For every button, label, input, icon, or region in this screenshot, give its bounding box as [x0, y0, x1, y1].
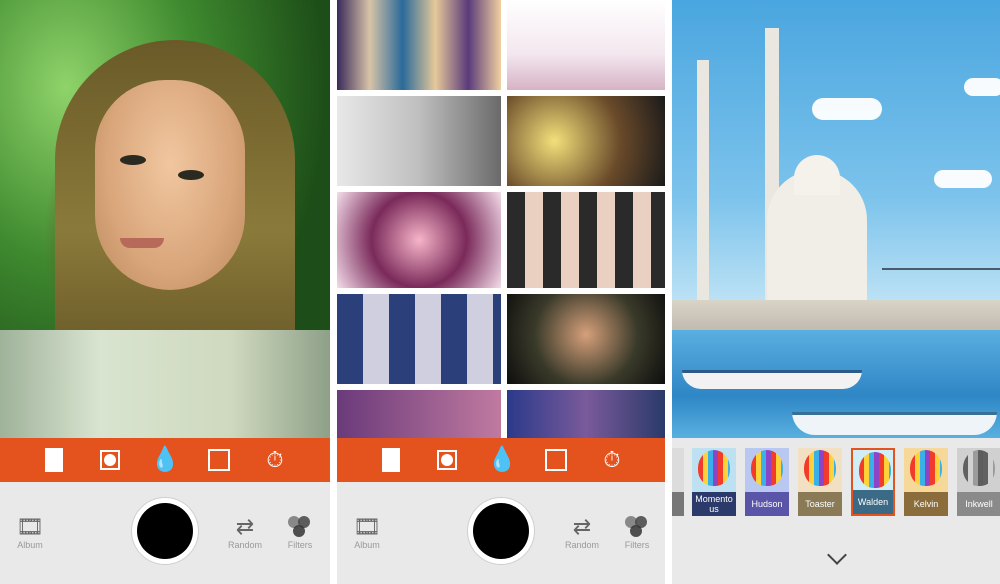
drop-icon[interactable]: 💧: [487, 446, 517, 474]
filters-button[interactable]: Filters: [617, 516, 657, 550]
filter-preview-screen: Momento us Hudson Toaster Walden Kelvin …: [672, 0, 1000, 584]
album-button[interactable]: 🎞 Album: [10, 514, 50, 551]
collage-gallery[interactable]: [337, 0, 665, 438]
photo-tile[interactable]: [507, 96, 665, 186]
face: [95, 80, 245, 290]
filter-walden[interactable]: Walden: [851, 448, 895, 516]
frame-icon[interactable]: [377, 446, 405, 474]
film-icon: 🎞: [353, 514, 381, 539]
boat: [792, 412, 997, 435]
cloud: [964, 78, 1000, 96]
mouth: [120, 238, 164, 248]
bridge: [882, 268, 1000, 270]
filters-icon: [288, 516, 312, 538]
tools-toolbar: 💧 ⏱: [0, 438, 330, 482]
filter-label: Momento us: [692, 492, 736, 516]
right-eye: [178, 170, 204, 180]
filter-label: Hudson: [745, 492, 789, 516]
filter-inkwell[interactable]: Inkwell: [957, 448, 1000, 516]
filter-momentous[interactable]: Momento us: [692, 448, 736, 516]
filters-icon: [625, 516, 649, 538]
drop-icon[interactable]: 💧: [150, 446, 180, 474]
chevron-down-icon[interactable]: [827, 545, 847, 565]
album-label: Album: [17, 540, 43, 550]
photo-tile[interactable]: [337, 294, 501, 384]
circle-mask-icon[interactable]: [433, 446, 461, 474]
random-button[interactable]: ⇄ Random: [225, 514, 265, 551]
camera-screen-portrait: 💧 ⏱ 🎞 Album ⇄ Random Filters: [0, 0, 330, 584]
shuffle-icon: ⇄: [235, 514, 255, 539]
filters-label: Filters: [287, 540, 313, 550]
random-label: Random: [564, 540, 600, 550]
photo-tile[interactable]: [507, 390, 665, 438]
photo-tile[interactable]: [507, 192, 665, 288]
album-button[interactable]: 🎞 Album: [347, 514, 387, 551]
random-button[interactable]: ⇄ Random: [562, 514, 602, 551]
filter-kelvin[interactable]: Kelvin: [904, 448, 948, 516]
photo-tile[interactable]: [337, 192, 501, 288]
circle-mask-icon[interactable]: [96, 446, 124, 474]
filters-button[interactable]: Filters: [280, 516, 320, 550]
photo-tile[interactable]: [337, 96, 501, 186]
cloud: [934, 170, 992, 188]
shutter-button[interactable]: [468, 498, 534, 564]
filter-label: Toaster: [798, 492, 842, 516]
camera-preview[interactable]: [0, 0, 330, 438]
photo-preview[interactable]: [672, 0, 1000, 438]
photo-tile[interactable]: [337, 0, 501, 90]
shuffle-icon: ⇄: [572, 514, 592, 539]
filter-label: Inkwell: [957, 492, 1000, 516]
film-icon: 🎞: [16, 514, 44, 539]
filter-item[interactable]: [672, 448, 684, 516]
camera-bottom-bar: 🎞 Album ⇄ Random Filters: [0, 482, 330, 584]
mosque-dome: [794, 155, 840, 195]
filter-toaster[interactable]: Toaster: [798, 448, 842, 516]
timer-icon[interactable]: ⏱: [261, 446, 289, 474]
square-icon[interactable]: [542, 446, 570, 474]
photo-tile[interactable]: [337, 390, 501, 438]
left-eye: [120, 155, 146, 165]
camera-screen-collage: 💧 ⏱ 🎞 Album ⇄ Random Filters: [337, 0, 665, 584]
shirt: [0, 330, 330, 438]
filter-hudson[interactable]: Hudson: [745, 448, 789, 516]
square-icon[interactable]: [205, 446, 233, 474]
filters-label: Filters: [624, 540, 650, 550]
minaret-left: [697, 60, 709, 310]
random-label: Random: [227, 540, 263, 550]
frame-icon[interactable]: [40, 446, 68, 474]
photo-tile[interactable]: [507, 294, 665, 384]
tools-toolbar: 💧 ⏱: [337, 438, 665, 482]
filter-strip: Momento us Hudson Toaster Walden Kelvin …: [672, 438, 1000, 530]
album-label: Album: [354, 540, 380, 550]
photo-tile[interactable]: [507, 0, 665, 90]
camera-bottom-bar: 🎞 Album ⇄ Random Filters: [337, 482, 665, 584]
boat: [682, 370, 862, 389]
cloud: [812, 98, 882, 120]
timer-icon[interactable]: ⏱: [598, 446, 626, 474]
filter-label: Kelvin: [904, 492, 948, 516]
shutter-button[interactable]: [132, 498, 198, 564]
filter-label: Walden: [853, 490, 893, 514]
